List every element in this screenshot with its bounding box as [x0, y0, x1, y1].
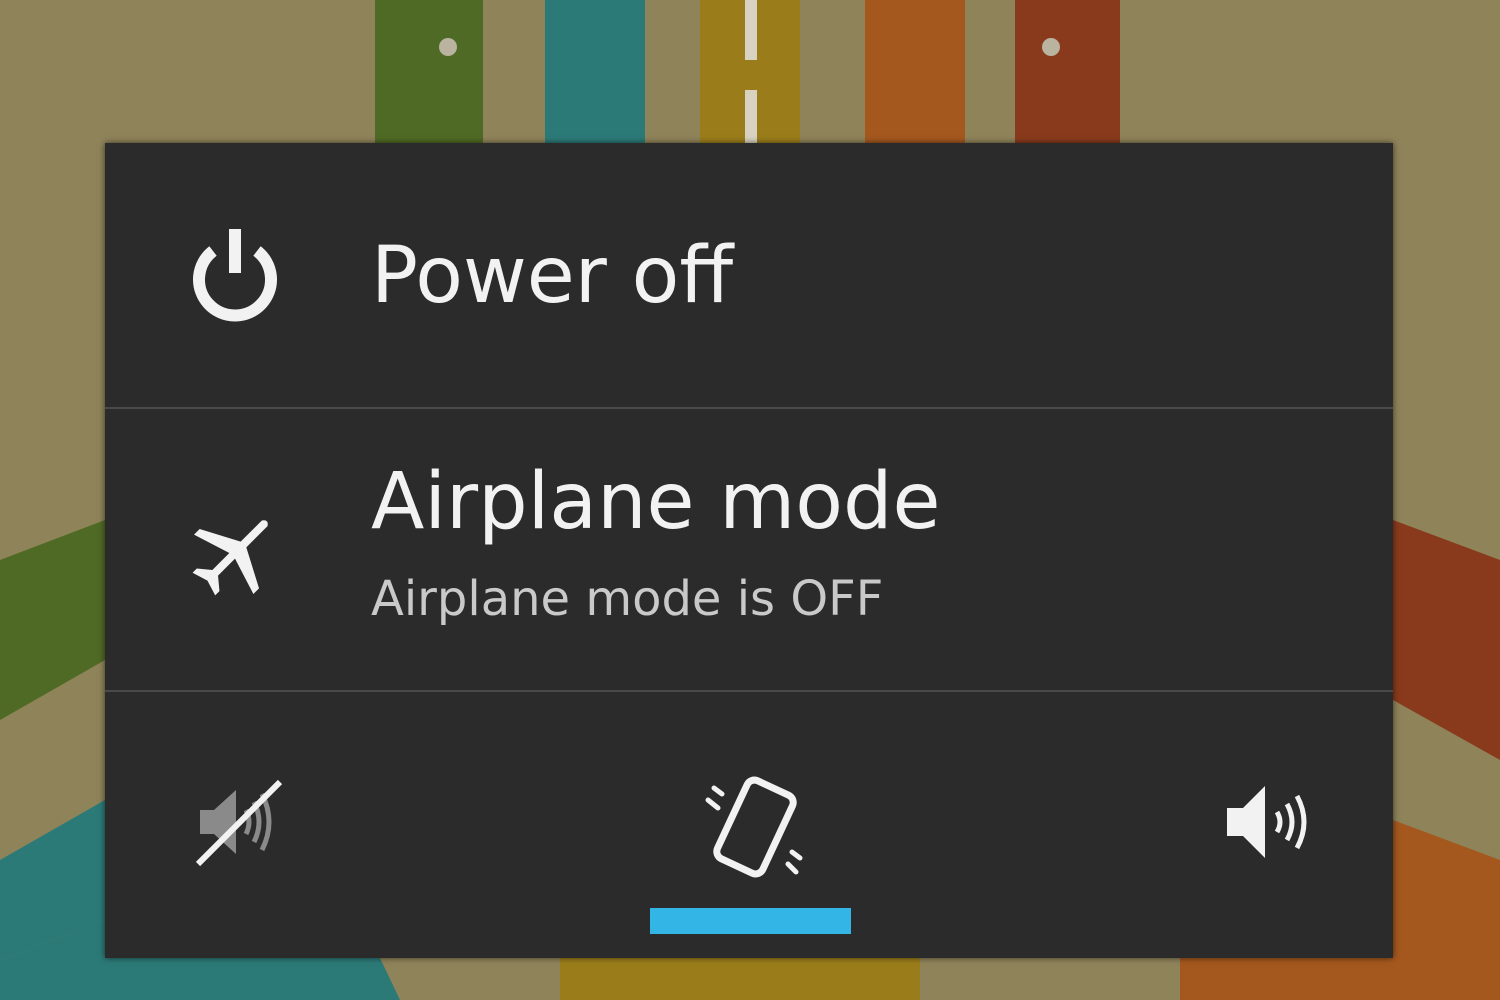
ringer-silent-button[interactable]: [170, 762, 310, 902]
airplane-mode-item[interactable]: Airplane mode Airplane mode is OFF: [105, 409, 1393, 691]
speaker-volume-icon: [1227, 786, 1307, 858]
airplane-mode-status: Airplane mode is OFF: [371, 571, 884, 627]
selected-mode-indicator: [650, 908, 851, 934]
airplane-icon: [192, 520, 268, 596]
ringer-sound-button[interactable]: [1195, 762, 1335, 902]
power-icon: [193, 229, 277, 322]
power-off-item[interactable]: Power off: [105, 143, 1393, 408]
mute-speaker-icon: [195, 779, 283, 867]
global-actions-dialog: Power off Airplane mode Airplane mode is…: [105, 143, 1393, 958]
airplane-mode-label: Airplane mode: [371, 457, 941, 547]
vibrate-phone-icon: [705, 776, 803, 878]
power-off-label: Power off: [371, 231, 734, 321]
ringer-mode-selector: [105, 692, 1393, 958]
ringer-vibrate-button[interactable]: [680, 762, 820, 902]
